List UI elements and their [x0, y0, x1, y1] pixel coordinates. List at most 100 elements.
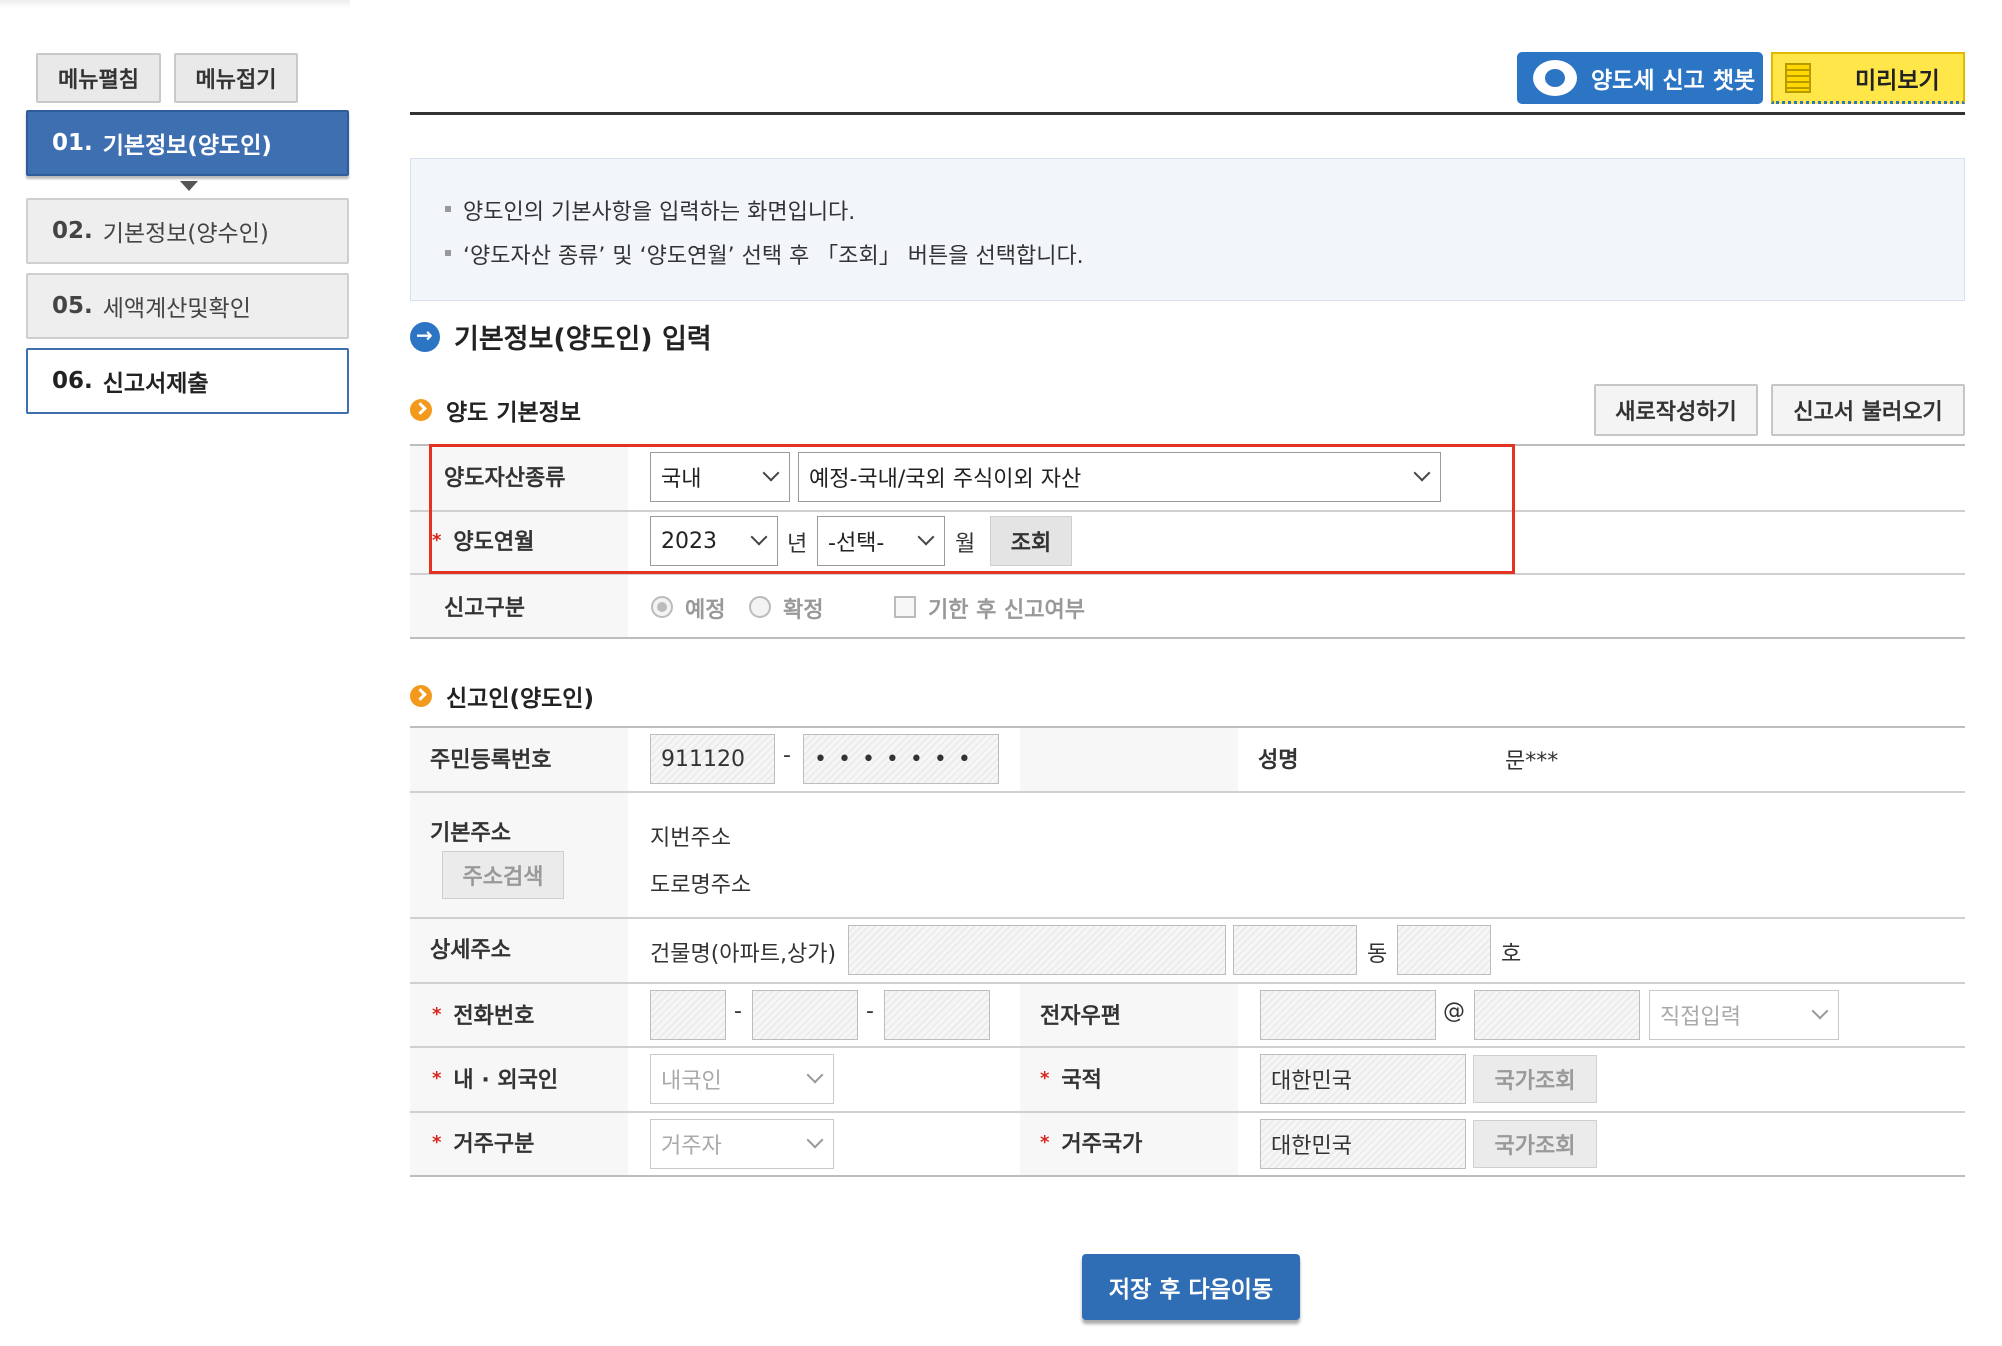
bullet-icon	[410, 685, 432, 707]
top-fade	[0, 0, 350, 8]
load-report-button[interactable]: 신고서 불러오기	[1771, 384, 1965, 436]
step-label: 신고서제출	[102, 371, 209, 397]
phone-label: * 전화번호	[432, 1003, 535, 1030]
chevron-down-icon	[806, 1066, 824, 1084]
chatbot-label: 양도세 신고 챗봇	[1591, 68, 1756, 94]
table-bottom-border	[410, 1175, 1965, 1177]
radio-final-label: 확정	[783, 598, 824, 623]
address-search-button[interactable]: 주소검색	[442, 851, 564, 899]
report-type-label: 신고구분	[444, 596, 525, 621]
step-label: 기본정보(양수인)	[102, 221, 269, 247]
required-icon: *	[432, 1067, 442, 1089]
residence-country-label: * 거주국가	[1040, 1131, 1143, 1158]
transfer-info-title-text: 양도 기본정보	[446, 400, 581, 426]
chevron-down-icon	[806, 1131, 824, 1149]
step-02-transferee[interactable]: 02. 기본정보(양수인)	[26, 198, 349, 264]
preview-label: 미리보기	[1855, 67, 1940, 94]
reporter-title-text: 신고인(양도인)	[446, 686, 594, 712]
radio-preliminary[interactable]	[651, 596, 673, 618]
step-arrow-icon	[180, 181, 198, 191]
step-number: 02.	[52, 218, 93, 244]
required-icon: *	[1040, 1067, 1050, 1089]
page-section-title: 기본정보(양도인) 입력	[410, 317, 712, 356]
document-icon	[1785, 62, 1811, 93]
step-number: 05.	[52, 293, 93, 319]
residence-type-label: * 거주구분	[432, 1131, 535, 1158]
ho-unit: 호	[1501, 942, 1522, 967]
chatbot-button[interactable]: 양도세 신고 챗봇	[1517, 52, 1763, 104]
info-box: 양도인의 기본사항을 입력하는 화면입니다. ‘양도자산 종류’ 및 ‘양도연월…	[410, 158, 1965, 301]
step-05-tax-calc[interactable]: 05. 세액계산및확인	[26, 273, 349, 339]
late-report-label: 기한 후 신고여부	[928, 598, 1085, 623]
required-icon: *	[432, 1131, 442, 1153]
new-report-button[interactable]: 새로작성하기	[1594, 384, 1758, 436]
row-divider	[410, 1046, 1965, 1048]
bullet-icon	[410, 399, 432, 421]
residence-country-lookup-button[interactable]: 국가조회	[1473, 1120, 1597, 1168]
building-name-label: 건물명(아파트,상가)	[650, 942, 837, 967]
road-address: 도로명주소	[650, 873, 752, 898]
ho-input[interactable]	[1397, 925, 1491, 975]
email-id-input[interactable]	[1260, 990, 1436, 1040]
residence-type-select[interactable]: 거주자	[650, 1119, 834, 1169]
step-label: 기본정보(양도인)	[102, 133, 272, 159]
reporter-title: 신고인(양도인)	[410, 679, 594, 713]
email-at: @	[1443, 999, 1465, 1024]
residence-country-input[interactable]: 대한민국	[1260, 1119, 1466, 1169]
lot-address: 지번주소	[650, 826, 731, 851]
nationality-lookup-button[interactable]: 국가조회	[1473, 1055, 1597, 1103]
row-divider	[410, 982, 1965, 984]
dong-unit: 동	[1367, 942, 1388, 967]
name-value: 문***	[1505, 749, 1559, 774]
info-line: ‘양도자산 종류’ 및 ‘양도연월’ 선택 후 「조회」 버튼을 선택합니다.	[445, 238, 1964, 270]
row-divider	[410, 791, 1965, 793]
section-title-text: 기본정보(양도인) 입력	[454, 324, 712, 355]
header-divider	[410, 112, 1965, 115]
name-label: 성명	[1258, 748, 1299, 773]
chevron-down-icon	[1811, 1002, 1829, 1020]
email-domain-input[interactable]	[1474, 990, 1640, 1040]
rrn-label: 주민등록번호	[430, 748, 552, 773]
label-cell-bg	[1020, 728, 1238, 792]
rrn-front-input[interactable]: 911120	[650, 734, 775, 784]
phone-part3-input[interactable]	[884, 990, 990, 1040]
required-icon: *	[1040, 1131, 1050, 1153]
rrn-dash: -	[783, 743, 791, 768]
preview-button[interactable]: 미리보기	[1771, 52, 1965, 104]
phone-dash: -	[734, 999, 742, 1024]
highlight-box	[429, 444, 1515, 574]
required-icon: *	[432, 1003, 442, 1025]
step-number: 01.	[52, 130, 93, 156]
detail-address-label: 상세주소	[430, 938, 511, 963]
radio-final[interactable]	[749, 596, 771, 618]
phone-part1-input[interactable]	[650, 990, 726, 1040]
foreigner-label: * 내 · 외국인	[432, 1067, 559, 1094]
nationality-input[interactable]: 대한민국	[1260, 1054, 1466, 1104]
step-label: 세액계산및확인	[102, 296, 251, 322]
step-number: 06.	[52, 368, 93, 394]
menu-collapse-button[interactable]: 메뉴접기	[174, 53, 298, 103]
row-divider	[410, 1111, 1965, 1113]
row-divider	[410, 917, 1965, 919]
phone-part2-input[interactable]	[752, 990, 858, 1040]
save-next-button[interactable]: 저장 후 다음이동	[1082, 1254, 1300, 1320]
late-report-checkbox[interactable]	[894, 596, 916, 618]
nationality-label: * 국적	[1040, 1067, 1102, 1094]
base-address-label: 기본주소	[430, 821, 511, 846]
table-bottom-border	[410, 637, 1965, 639]
email-domain-select[interactable]: 직접입력	[1649, 990, 1839, 1040]
transfer-info-title: 양도 기본정보	[410, 393, 581, 427]
menu-expand-button[interactable]: 메뉴펼침	[36, 53, 161, 103]
chatbot-icon	[1533, 60, 1577, 96]
phone-dash: -	[866, 999, 874, 1024]
info-line: 양도인의 기본사항을 입력하는 화면입니다.	[445, 194, 1964, 226]
rrn-back-input[interactable]: • • • • • • •	[803, 734, 999, 784]
step-01-transferor[interactable]: 01. 기본정보(양도인)	[26, 110, 349, 176]
email-label: 전자우편	[1040, 1004, 1121, 1029]
step-06-submit[interactable]: 06. 신고서제출	[26, 348, 349, 414]
arrow-circle-icon	[410, 321, 440, 352]
dong-input[interactable]	[1233, 925, 1357, 975]
foreigner-select[interactable]: 내국인	[650, 1054, 834, 1104]
radio-preliminary-label: 예정	[685, 598, 726, 623]
building-name-input[interactable]	[848, 925, 1226, 975]
